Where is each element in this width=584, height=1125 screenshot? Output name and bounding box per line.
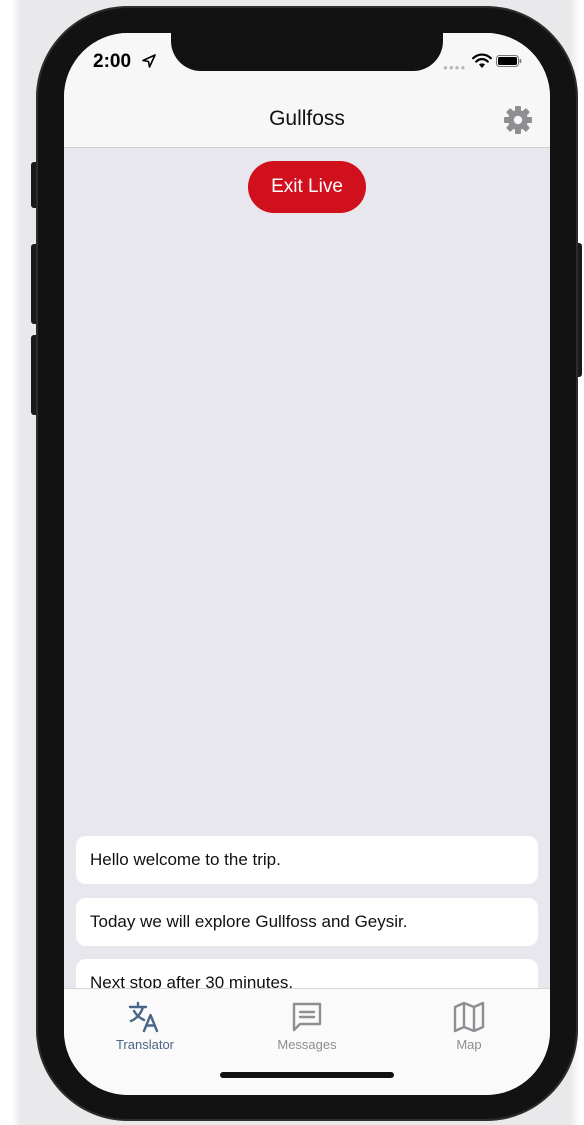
message-icon [292, 1002, 322, 1032]
message-text: Hello welcome to the trip. [90, 850, 281, 869]
translate-icon [128, 1001, 159, 1033]
tab-label-messages: Messages [277, 1037, 337, 1052]
home-indicator[interactable] [220, 1072, 394, 1078]
message-bubble: Today we will explore Gullfoss and Geysi… [76, 898, 538, 946]
wifi-icon [472, 53, 492, 68]
tab-label-translator: Translator [115, 1037, 175, 1052]
tab-bar: Translator Messages Map [64, 988, 550, 1095]
battery-icon [496, 55, 522, 67]
tab-translator[interactable]: Translator [64, 989, 226, 1059]
navigation-bar: Gullfoss [64, 93, 550, 148]
cellular-signal-icon: ●●●● [443, 63, 467, 72]
tab-label-map: Map [456, 1037, 482, 1052]
status-time: 2:00 [93, 51, 132, 72]
message-text: Today we will explore Gullfoss and Geysi… [90, 912, 408, 931]
gear-icon[interactable] [502, 104, 534, 136]
tab-map[interactable]: Map [388, 989, 550, 1059]
message-bubble: Hello welcome to the trip. [76, 836, 538, 884]
notch [171, 33, 443, 71]
live-translation-area: Exit Live Hello welcome to the trip. Tod… [64, 148, 550, 1007]
page-title: Gullfoss [269, 107, 345, 130]
exit-live-button[interactable]: Exit Live [248, 161, 366, 213]
location-arrow-icon [142, 54, 156, 68]
tab-messages[interactable]: Messages [226, 989, 388, 1059]
map-icon [453, 1001, 485, 1033]
phone-screen: 2:00 ●●●● Gullfoss Exit Live Hello welco… [64, 33, 550, 1095]
